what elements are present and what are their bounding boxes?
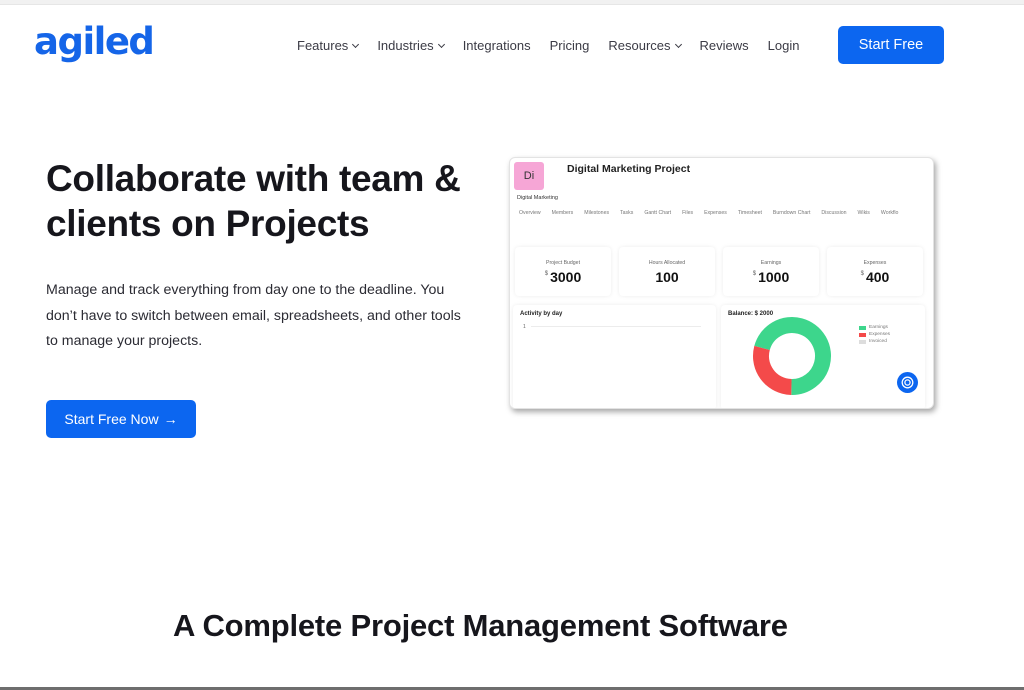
chevron-down-icon — [352, 40, 360, 48]
start-free-now-button[interactable]: Start Free Now → — [46, 400, 196, 438]
tab-timesheet[interactable]: Timesheet — [738, 210, 762, 216]
tab-files[interactable]: Files — [682, 210, 693, 216]
tab-milestones[interactable]: Milestones — [584, 210, 609, 216]
activity-panel: Activity by day 1 — [513, 305, 716, 408]
tab-discussion[interactable]: Discussion — [821, 210, 846, 216]
tab-tasks[interactable]: Tasks — [620, 210, 633, 216]
dashboard-preview: Di Digital Marketing Project Digital Mar… — [509, 157, 934, 409]
chevron-down-icon — [437, 40, 445, 48]
top-border — [0, 0, 1024, 5]
nav-resources[interactable]: Resources — [608, 38, 682, 53]
nav-reviews[interactable]: Reviews — [700, 38, 749, 53]
main-nav: Features Industries Integrations Pricing… — [297, 38, 818, 53]
arrow-right-icon: → — [163, 411, 178, 427]
tab-overview[interactable]: Overview — [519, 210, 541, 216]
start-free-button[interactable]: Start Free — [838, 26, 944, 64]
nav-features[interactable]: Features — [297, 38, 360, 53]
project-title: Digital Marketing Project — [567, 163, 691, 175]
card-project-budget: Project Budget $3000 — [515, 247, 611, 296]
project-subtitle: Digital Marketing — [517, 195, 558, 201]
start-free-now-label: Start Free Now — [64, 411, 159, 427]
legend-expenses: Expenses — [859, 332, 890, 337]
tab-gantt-chart[interactable]: Gantt Chart — [644, 210, 671, 216]
life-ring-icon[interactable] — [897, 372, 918, 393]
balance-panel: Balance: $ 2000 Earnings Expenses Invoic… — [721, 305, 925, 408]
agiled-logo[interactable]: agiled — [34, 20, 155, 63]
activity-axis-label: 1 — [523, 324, 526, 330]
activity-title: Activity by day — [520, 311, 563, 317]
card-hours-allocated: Hours Allocated 100 — [619, 247, 715, 296]
nav-integrations[interactable]: Integrations — [463, 38, 531, 53]
card-expenses: Expenses $400 — [827, 247, 923, 296]
project-tabs: Overview Members Milestones Tasks Gantt … — [519, 210, 909, 216]
legend-earnings: Earnings — [859, 325, 890, 330]
balance-legend: Earnings Expenses Invoiced — [859, 325, 890, 346]
card-earnings: Earnings $1000 — [723, 247, 819, 296]
legend-invoiced: Invoiced — [859, 339, 890, 344]
chevron-down-icon — [674, 40, 682, 48]
tab-wikis[interactable]: Wikis — [858, 210, 870, 216]
activity-gridline — [531, 326, 701, 327]
tab-workflow[interactable]: Workflo — [881, 210, 899, 216]
tab-members[interactable]: Members — [552, 210, 574, 216]
balance-donut-chart — [753, 317, 831, 395]
nav-login[interactable]: Login — [768, 38, 800, 53]
nav-industries[interactable]: Industries — [377, 38, 445, 53]
hero-description: Manage and track everything from day one… — [46, 282, 461, 349]
hero-title: Collaborate with team & clients on Proje… — [46, 158, 461, 244]
project-badge: Di — [514, 162, 544, 190]
tab-expenses[interactable]: Expenses — [704, 210, 727, 216]
section-title: A Complete Project Management Software — [173, 608, 788, 643]
nav-pricing[interactable]: Pricing — [550, 38, 590, 53]
tab-burndown-chart[interactable]: Burndown Chart — [773, 210, 811, 216]
